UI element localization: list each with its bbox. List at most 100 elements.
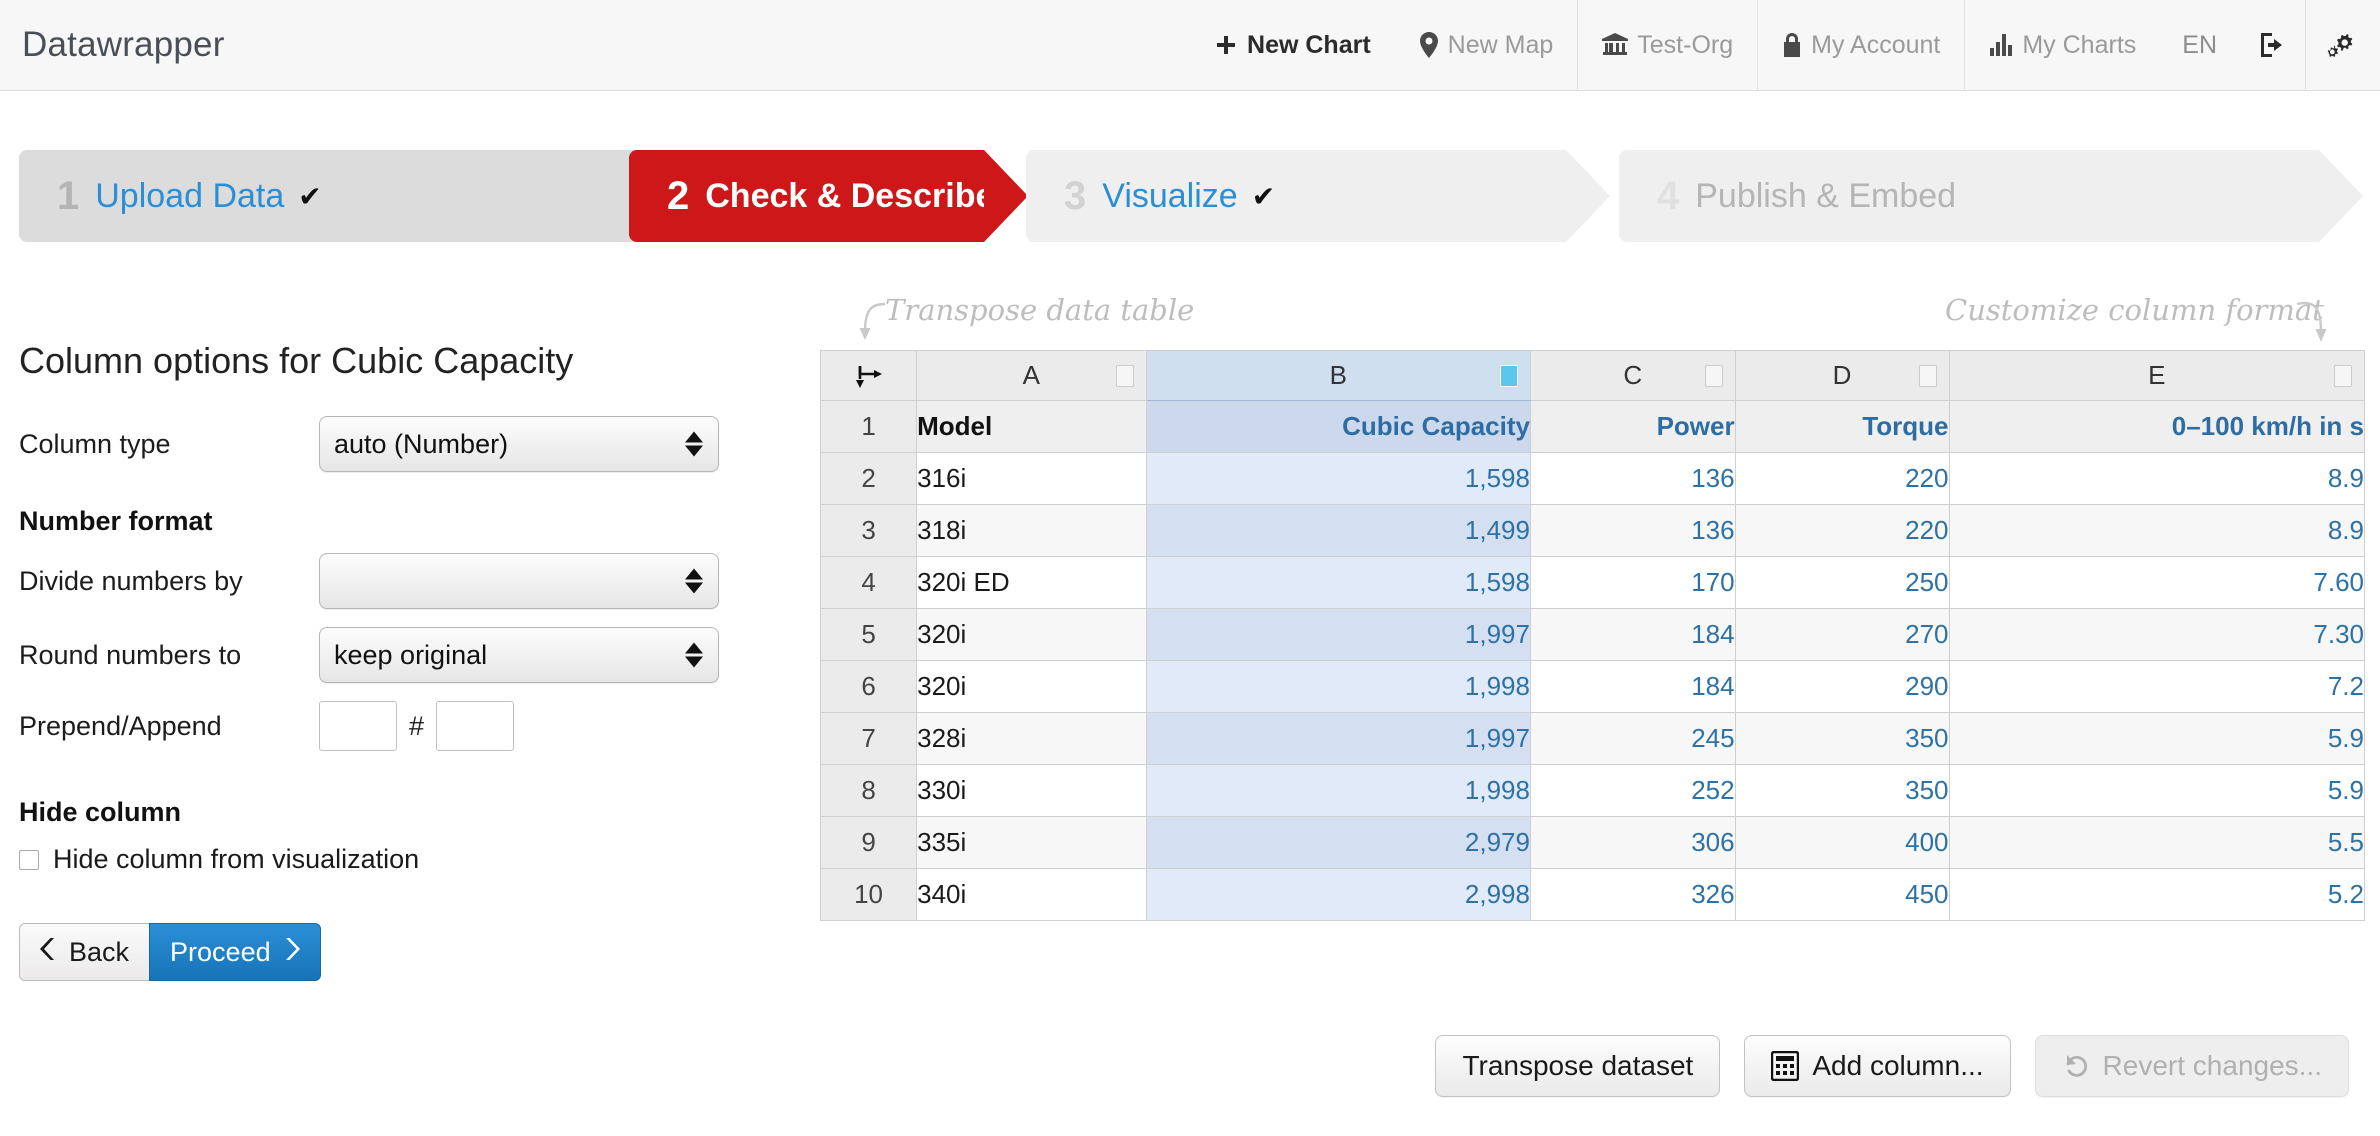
column-header-d[interactable]: D <box>1734 350 1950 401</box>
cell-cubic-capacity[interactable]: 2,998 <box>1145 868 1531 921</box>
nav-my-charts[interactable]: My Charts <box>1964 0 2160 90</box>
cell-acceleration[interactable]: 7.30 <box>1948 608 2366 661</box>
cell-cubic-capacity[interactable]: 1,997 <box>1145 712 1531 765</box>
chevron-right-icon <box>283 937 300 968</box>
table-row[interactable]: 3 318i 1,499 136 220 8.9 <box>819 504 2366 557</box>
step-check-describe[interactable]: 2 Check & Describe <box>629 150 1028 242</box>
cell-model[interactable]: 330i <box>916 764 1147 817</box>
cell-model[interactable]: 320i ED <box>916 556 1147 609</box>
transpose-table-button[interactable] <box>819 350 918 401</box>
nav-my-account[interactable]: My Account <box>1757 0 1964 90</box>
cell-power[interactable]: 136 <box>1529 452 1736 505</box>
column-type-select[interactable]: auto (Number) <box>319 416 719 472</box>
app-brand[interactable]: Datawrapper <box>0 0 253 90</box>
cell-cubic-capacity[interactable]: 1,598 <box>1145 452 1531 505</box>
table-row[interactable]: 4 320i ED 1,598 170 250 7.60 <box>819 556 2366 609</box>
cell-model[interactable]: 320i <box>916 660 1147 713</box>
row-number: 2 <box>819 452 918 505</box>
cell-cubic-capacity[interactable]: 1,998 <box>1145 660 1531 713</box>
cell-torque[interactable]: 350 <box>1734 764 1950 817</box>
cell-power[interactable]: 245 <box>1529 712 1736 765</box>
cell-torque[interactable]: 250 <box>1734 556 1950 609</box>
cell-power[interactable]: 306 <box>1529 816 1736 869</box>
column-format-icon-c[interactable] <box>1704 364 1723 387</box>
hide-column-checkbox[interactable] <box>19 849 39 870</box>
cell-acceleration[interactable]: 7.2 <box>1948 660 2366 713</box>
cell-torque[interactable]: 290 <box>1734 660 1950 713</box>
cell-torque[interactable]: 400 <box>1734 816 1950 869</box>
cell-model[interactable]: 340i <box>916 868 1147 921</box>
table-row[interactable]: 5 320i 1,997 184 270 7.30 <box>819 608 2366 661</box>
cell-header-model[interactable]: Model <box>916 400 1147 453</box>
column-header-b[interactable]: B <box>1145 350 1531 401</box>
cell-acceleration[interactable]: 5.9 <box>1948 712 2366 765</box>
cell-model[interactable]: 316i <box>916 452 1147 505</box>
hide-column-row[interactable]: Hide column from visualization <box>19 844 779 875</box>
table-row[interactable]: 6 320i 1,998 184 290 7.2 <box>819 660 2366 713</box>
cell-acceleration[interactable]: 5.5 <box>1948 816 2366 869</box>
prepend-input[interactable] <box>319 701 397 751</box>
table-row[interactable]: 1 Model Cubic Capacity Power Torque 0–10… <box>819 400 2366 453</box>
annotation-customize: Customize column format <box>1945 293 2324 327</box>
append-input[interactable] <box>436 701 515 751</box>
cell-cubic-capacity[interactable]: 1,998 <box>1145 764 1531 817</box>
round-numbers-select[interactable]: keep original <box>319 627 719 683</box>
table-row[interactable]: 7 328i 1,997 245 350 5.9 <box>819 712 2366 765</box>
calculator-icon <box>1771 1051 1800 1081</box>
cell-header-cubic-capacity[interactable]: Cubic Capacity <box>1145 400 1531 453</box>
column-format-icon-d[interactable] <box>1918 364 1937 387</box>
column-header-c[interactable]: C <box>1529 350 1736 401</box>
cell-power[interactable]: 184 <box>1529 660 1736 713</box>
cell-torque[interactable]: 220 <box>1734 452 1950 505</box>
cell-acceleration[interactable]: 8.9 <box>1948 504 2366 557</box>
add-column-button[interactable]: Add column... <box>1744 1035 2011 1097</box>
column-format-icon-e[interactable] <box>2334 364 2352 387</box>
cell-cubic-capacity[interactable]: 1,598 <box>1145 556 1531 609</box>
column-header-a[interactable]: A <box>916 350 1147 401</box>
cell-torque[interactable]: 350 <box>1734 712 1950 765</box>
cell-model[interactable]: 335i <box>916 816 1147 869</box>
step-1-check-icon: ✔ <box>298 180 322 212</box>
cell-power[interactable]: 252 <box>1529 764 1736 817</box>
logout-icon[interactable] <box>2239 0 2305 90</box>
nav-new-chart[interactable]: New Chart <box>1190 0 1395 90</box>
table-row[interactable]: 8 330i 1,998 252 350 5.9 <box>819 764 2366 817</box>
nav-new-map[interactable]: New Map <box>1395 0 1578 90</box>
cell-model[interactable]: 320i <box>916 608 1147 661</box>
back-button[interactable]: Back <box>19 923 150 981</box>
transpose-dataset-button[interactable]: Transpose dataset <box>1435 1035 1721 1097</box>
column-format-icon-a[interactable] <box>1115 364 1134 387</box>
cell-acceleration[interactable]: 8.9 <box>1948 452 2366 505</box>
cell-power[interactable]: 326 <box>1529 868 1736 921</box>
table-row[interactable]: 2 316i 1,598 136 220 8.9 <box>819 452 2366 505</box>
cell-header-power[interactable]: Power <box>1529 400 1736 453</box>
cell-torque[interactable]: 450 <box>1734 868 1950 921</box>
cell-torque[interactable]: 270 <box>1734 608 1950 661</box>
divide-numbers-select[interactable] <box>319 553 719 609</box>
cell-header-acceleration[interactable]: 0–100 km/h in s <box>1948 400 2366 453</box>
cell-header-torque[interactable]: Torque <box>1734 400 1950 453</box>
cell-power[interactable]: 136 <box>1529 504 1736 557</box>
column-header-e[interactable]: E <box>1948 350 2366 401</box>
cell-acceleration[interactable]: 5.2 <box>1948 868 2366 921</box>
proceed-button[interactable]: Proceed <box>149 923 321 981</box>
cell-acceleration[interactable]: 5.9 <box>1948 764 2366 817</box>
step-visualize[interactable]: 3 Visualize ✔ <box>1026 150 1610 242</box>
cell-power[interactable]: 184 <box>1529 608 1736 661</box>
cell-cubic-capacity[interactable]: 1,997 <box>1145 608 1531 661</box>
column-type-label: Column type <box>19 428 171 459</box>
nav-test-org[interactable]: Test-Org <box>1577 0 1757 90</box>
cell-cubic-capacity[interactable]: 2,979 <box>1145 816 1531 869</box>
cell-acceleration[interactable]: 7.60 <box>1948 556 2366 609</box>
cell-model[interactable]: 318i <box>916 504 1147 557</box>
column-format-icon-b[interactable] <box>1499 364 1518 387</box>
gears-icon[interactable] <box>2305 0 2380 90</box>
table-row[interactable]: 10 340i 2,998 326 450 5.2 <box>819 868 2366 921</box>
cell-model[interactable]: 328i <box>916 712 1147 765</box>
cell-cubic-capacity[interactable]: 1,499 <box>1145 504 1531 557</box>
step-publish-embed[interactable]: 4 Publish & Embed <box>1619 150 2363 242</box>
table-row[interactable]: 9 335i 2,979 306 400 5.5 <box>819 816 2366 869</box>
cell-power[interactable]: 170 <box>1529 556 1736 609</box>
nav-language-switcher[interactable]: EN <box>2160 0 2239 90</box>
cell-torque[interactable]: 220 <box>1734 504 1950 557</box>
